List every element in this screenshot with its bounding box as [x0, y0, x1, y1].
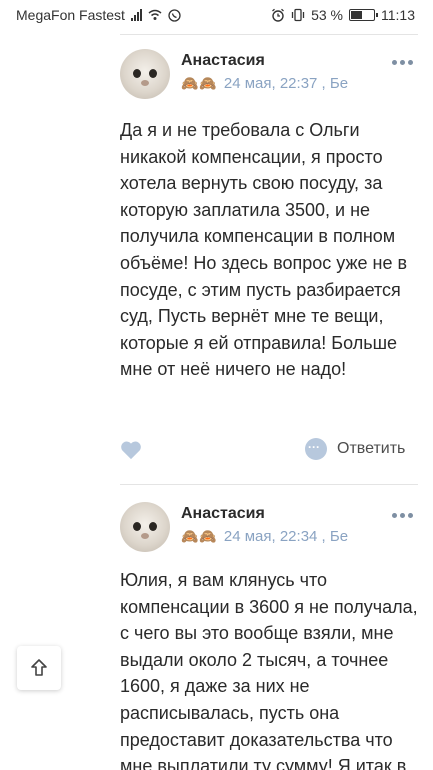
reply-label: Ответить [337, 440, 406, 457]
comment-timestamp: 24 мая, 22:37 , Бе [223, 75, 349, 92]
status-right: 53 % 11:13 [271, 7, 415, 23]
avatar[interactable] [120, 49, 170, 99]
alarm-icon [272, 8, 285, 22]
comment-author[interactable]: Анастасия [181, 505, 265, 523]
more-options-icon[interactable] [392, 513, 413, 518]
avatar-eye [149, 69, 157, 78]
avatar-eye [149, 522, 157, 531]
comment-author[interactable]: Анастасия [181, 52, 265, 70]
avatar-nose [141, 533, 149, 539]
whatsapp-icon [168, 8, 181, 22]
arrow-up-icon [31, 659, 47, 676]
battery-icon [349, 9, 378, 21]
wifi-icon [148, 9, 162, 20]
heart-icon[interactable] [120, 440, 142, 460]
avatar-nose [141, 80, 149, 86]
avatar-eye [133, 522, 141, 531]
badge-icons: 🙈🙈 [181, 528, 218, 544]
comment-actions: Ответить [0, 436, 433, 466]
comment-text: Юлия, я вам клянусь что компенсации в 36… [120, 570, 418, 770]
reply-button[interactable]: Ответить [305, 438, 405, 460]
status-bar: MegaFon Fastest 53 % 11:13 [0, 0, 433, 30]
carrier-name: MegaFon Fastest [16, 7, 125, 23]
comment-text: Да я и не требовала с Ольги никакой комп… [120, 120, 408, 380]
avatar-eye [133, 69, 141, 78]
reply-bubble-icon [305, 438, 327, 460]
signal-icon [130, 9, 142, 21]
avatar[interactable] [120, 502, 170, 552]
comment-meta: 🙈🙈 24 мая, 22:34 , Бе [181, 528, 348, 545]
clock: 11:13 [381, 7, 415, 23]
divider [120, 34, 418, 35]
divider [120, 484, 418, 485]
more-options-icon[interactable] [392, 60, 413, 65]
status-left: MegaFon Fastest [16, 7, 181, 23]
scroll-to-top-button[interactable] [17, 646, 61, 690]
battery-level-fill [351, 11, 363, 19]
battery-percent: 53 % [311, 7, 343, 23]
comment-timestamp: 24 мая, 22:34 , Бе [223, 528, 349, 545]
badge-icons: 🙈🙈 [181, 75, 218, 91]
comment-meta: 🙈🙈 24 мая, 22:37 , Бе [181, 75, 348, 92]
vibrate-icon [291, 8, 305, 22]
